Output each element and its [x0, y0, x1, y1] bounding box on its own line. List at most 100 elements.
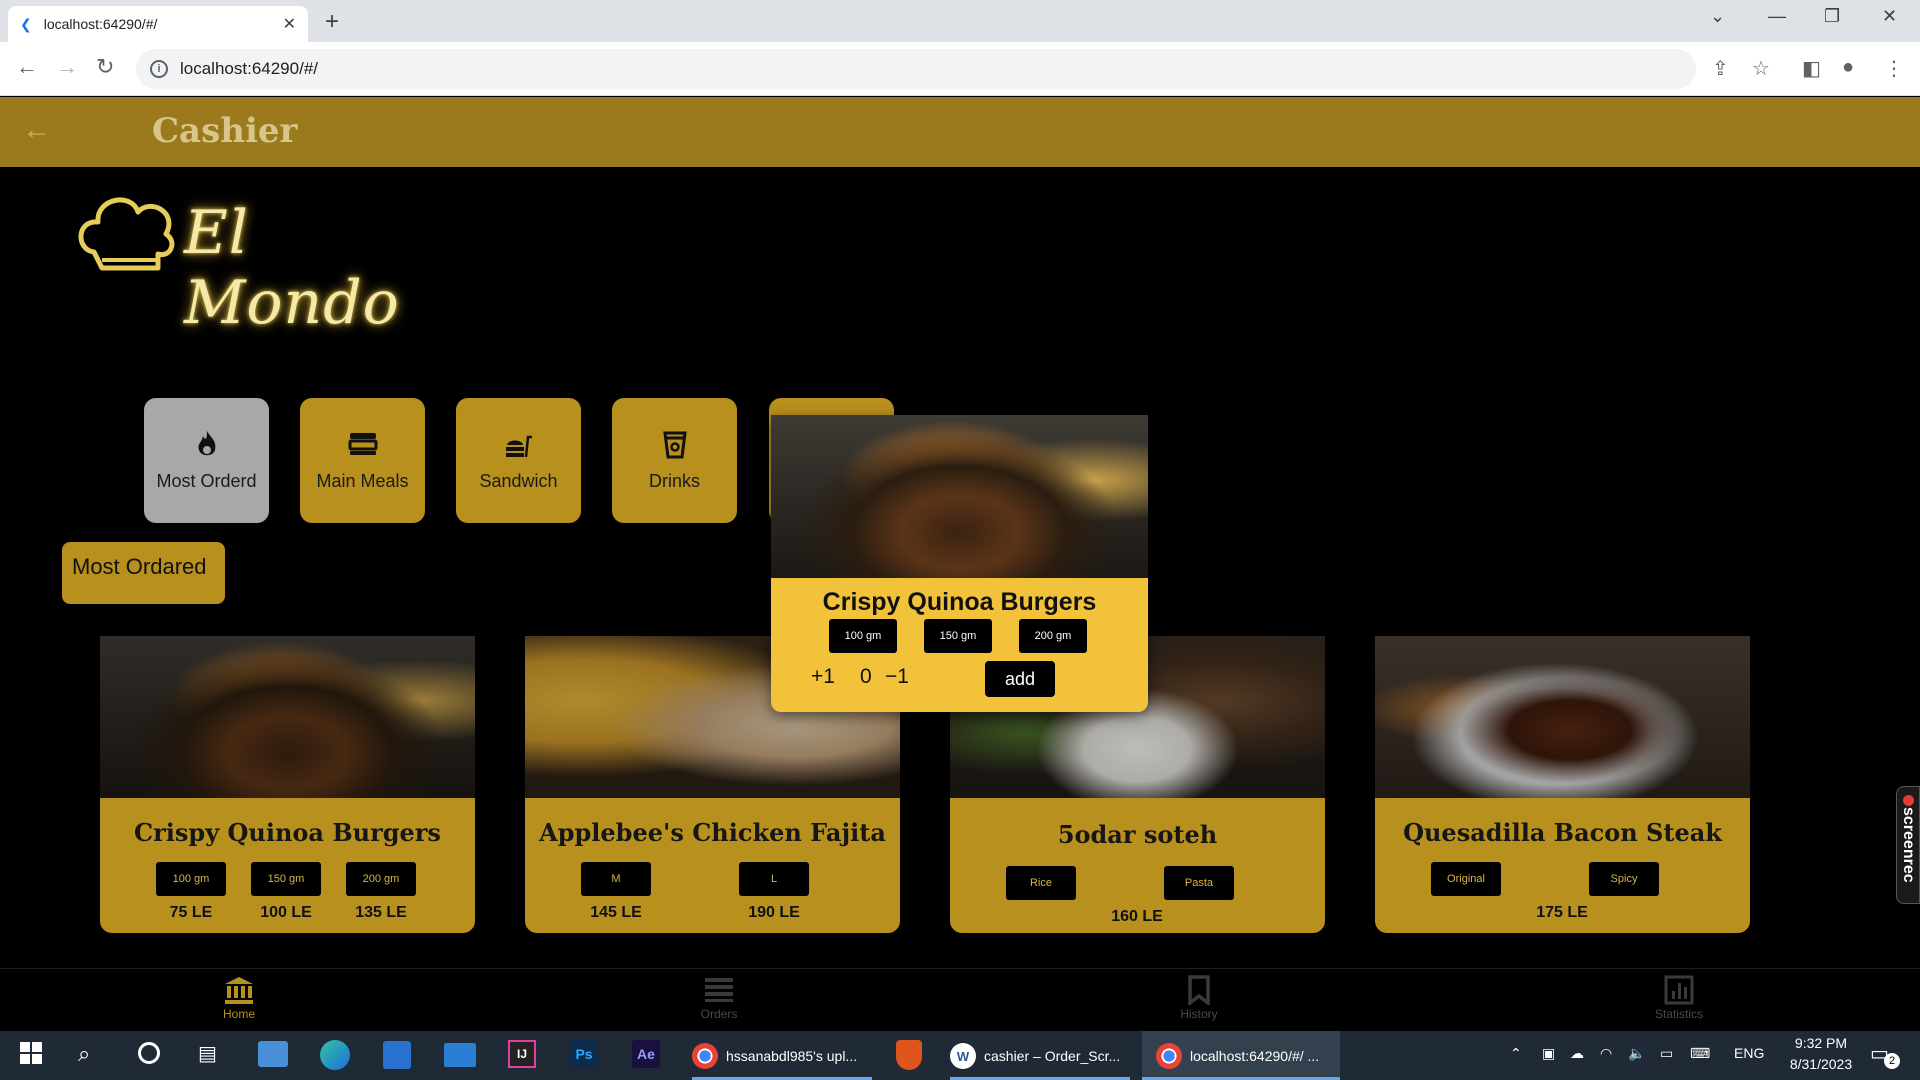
cortana-icon[interactable] [138, 1042, 160, 1064]
task-view-icon[interactable]: ▤ [198, 1041, 217, 1066]
brave-icon[interactable] [896, 1040, 922, 1070]
taskbar-app-label: cashier – Order_Scr... [984, 1048, 1121, 1064]
popup-size-option[interactable]: 100 gm [829, 619, 897, 653]
back-arrow-icon[interactable]: ← [22, 113, 52, 147]
product-name: Quesadilla Bacon Steak [1403, 818, 1722, 847]
browser-toolbar: ← → ↻ i localhost:64290/#/ ⇪ ☆ ◧ ● ⋮ [0, 42, 1920, 96]
product-price: 160 LE [1111, 908, 1163, 925]
option-button[interactable]: Original [1431, 862, 1501, 896]
new-tab-icon[interactable]: + [325, 8, 339, 36]
meal-tray-icon [348, 429, 378, 459]
product-name: Applebee's Chicken Fajita [539, 818, 886, 847]
size-option-button[interactable]: 150 gm [251, 862, 321, 896]
decrement-button[interactable]: −1 [885, 665, 909, 689]
popup-size-option[interactable]: 150 gm [924, 619, 992, 653]
taskbar-app-label: localhost:64290/#/ ... [1190, 1047, 1320, 1064]
category-sandwich[interactable]: Sandwich [456, 398, 581, 523]
restore-icon[interactable]: ❐ [1824, 6, 1840, 27]
cup-icon [662, 429, 688, 459]
store-icon[interactable] [383, 1041, 411, 1069]
wifi-icon[interactable]: ◠ [1600, 1045, 1612, 1062]
popup-size-option[interactable]: 200 gm [1019, 619, 1087, 653]
product-image [1375, 636, 1750, 798]
category-label: Most Orderd [156, 471, 257, 491]
size-option-button[interactable]: 100 gm [156, 862, 226, 896]
minimize-icon[interactable]: — [1768, 6, 1786, 27]
share-icon[interactable]: ⇪ [1712, 56, 1729, 81]
bookmark-icon [1149, 975, 1249, 1007]
keyboard-icon[interactable]: ⌨ [1690, 1045, 1710, 1062]
photoshop-icon[interactable]: Ps [570, 1040, 598, 1068]
nav-home[interactable]: Home [189, 975, 289, 1021]
file-explorer-icon[interactable] [258, 1041, 288, 1067]
flutter-icon: ❮ [20, 15, 32, 32]
option-button[interactable]: Rice [1006, 866, 1076, 900]
product-card[interactable]: Quesadilla Bacon Steak Original Spicy 17… [1375, 636, 1750, 933]
taskbar-app-chrome[interactable]: hssanabdl985's upl... [692, 1039, 872, 1073]
category-most-orderd[interactable]: Most Orderd [144, 398, 269, 523]
chrome-icon [1156, 1042, 1182, 1069]
search-icon[interactable]: ⌕ [78, 1041, 90, 1067]
tab-search-icon[interactable]: ⌄ [1710, 6, 1725, 27]
increment-button[interactable]: +1 [811, 665, 835, 689]
menu-icon[interactable]: ⋮ [1884, 56, 1904, 81]
taskbar-app-chrome-active[interactable]: localhost:64290/#/ ... [1142, 1031, 1340, 1080]
reload-icon[interactable]: ↻ [96, 54, 114, 80]
intellij-icon[interactable]: IJ [508, 1040, 536, 1068]
taskbar-app-word[interactable]: W cashier – Order_Scr... [950, 1039, 1130, 1073]
edge-icon[interactable] [320, 1040, 350, 1070]
tab-title: localhost:64290/#/ [43, 16, 158, 32]
category-drinks[interactable]: Drinks [612, 398, 737, 523]
mail-icon[interactable] [444, 1043, 476, 1067]
bank-icon [189, 975, 289, 1005]
battery-icon[interactable]: ▭ [1660, 1045, 1673, 1062]
taskbar-app-label: hssanabdl985's upl... [726, 1048, 858, 1064]
fire-icon [193, 429, 221, 459]
onedrive-icon[interactable]: ☁ [1570, 1045, 1584, 1062]
close-window-icon[interactable]: ✕ [1882, 6, 1897, 27]
star-icon[interactable]: ☆ [1752, 56, 1770, 81]
option-button[interactable]: Pasta [1164, 866, 1234, 900]
clock-date[interactable]: 8/31/2023 [1778, 1056, 1864, 1072]
nav-orders[interactable]: Orders [669, 975, 769, 1021]
screenrec-widget[interactable]: screenrec [1896, 786, 1920, 904]
profile-icon[interactable]: ● [1842, 56, 1854, 79]
product-popup: Crispy Quinoa Burgers 100 gm 150 gm 200 … [771, 415, 1148, 712]
tray-overflow-icon[interactable]: ⌃ [1510, 1045, 1522, 1062]
nav-history[interactable]: History [1149, 975, 1249, 1021]
product-price: 100 LE [260, 904, 312, 921]
size-option-button[interactable]: M [581, 862, 651, 896]
language-indicator[interactable]: ENG [1734, 1045, 1764, 1061]
clock-time[interactable]: 9:32 PM [1784, 1035, 1858, 1051]
back-icon[interactable]: ← [16, 54, 38, 80]
product-image [100, 636, 475, 798]
close-tab-icon[interactable]: ✕ [283, 14, 296, 34]
sidepanel-icon[interactable]: ◧ [1802, 56, 1821, 81]
windows-taskbar: ⌕ ▤ IJ Ps Ae hssanabdl985's upl... W cas… [0, 1031, 1920, 1080]
meet-icon[interactable]: ▣ [1542, 1045, 1555, 1062]
product-price: 135 LE [355, 904, 407, 921]
nav-statistics[interactable]: Statistics [1629, 975, 1729, 1021]
add-button[interactable]: add [985, 661, 1055, 697]
size-option-button[interactable]: 200 gm [346, 862, 416, 896]
category-label: Main Meals [316, 471, 409, 491]
windows-start-icon[interactable] [20, 1042, 42, 1069]
bottom-navigation: Home Orders History Statistics [0, 968, 1920, 1031]
browser-tab[interactable]: ❮ localhost:64290/#/ ✕ [8, 6, 308, 42]
after-effects-icon[interactable]: Ae [632, 1040, 660, 1068]
forward-icon[interactable]: → [56, 54, 78, 80]
url-text: localhost:64290/#/ [180, 59, 318, 78]
info-icon[interactable]: i [150, 60, 168, 78]
size-option-button[interactable]: L [739, 862, 809, 896]
section-title: Most Ordared [62, 542, 225, 604]
product-price: 145 LE [590, 904, 642, 921]
option-button[interactable]: Spicy [1589, 862, 1659, 896]
address-bar[interactable]: i localhost:64290/#/ [136, 49, 1696, 89]
volume-icon[interactable]: 🔈 [1628, 1045, 1645, 1062]
word-icon: W [950, 1043, 976, 1069]
category-main-meals[interactable]: Main Meals [300, 398, 425, 523]
chrome-icon [692, 1043, 718, 1069]
notification-count: 2 [1884, 1053, 1900, 1069]
product-card[interactable]: Crispy Quinoa Burgers 100 gm 150 gm 200 … [100, 636, 475, 933]
quantity-value: 0 [860, 665, 872, 688]
